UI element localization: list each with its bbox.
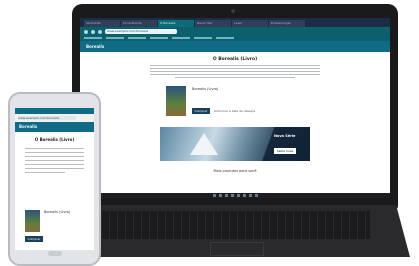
forward-icon[interactable] bbox=[91, 29, 95, 34]
browser-tab[interactable]: Leser bbox=[232, 20, 268, 27]
buy-button[interactable]: Comprar bbox=[192, 108, 210, 114]
banner-title: Nova Série bbox=[274, 134, 296, 138]
browser-tab[interactable]: Neuer Tab bbox=[195, 20, 231, 27]
webcam bbox=[231, 9, 235, 13]
taskbar-app-icon[interactable] bbox=[254, 194, 258, 197]
phone-book-cover[interactable] bbox=[25, 210, 40, 232]
page-content: O Borealis (Livro) Borealis (Livro) Comp… bbox=[80, 52, 390, 183]
text-line bbox=[25, 152, 84, 153]
site-header[interactable]: Borealis bbox=[80, 41, 390, 52]
text-line bbox=[25, 172, 65, 173]
mountain-image bbox=[190, 133, 218, 155]
phone-address-bar: www.example.com/borealis bbox=[15, 114, 94, 122]
smartphone: www.example.com/borealis Borealis O Bore… bbox=[8, 92, 101, 266]
product-title: Borealis (Livro) bbox=[192, 87, 219, 91]
bookmark-item[interactable] bbox=[150, 37, 168, 39]
reload-icon[interactable] bbox=[98, 29, 102, 34]
text-line bbox=[150, 71, 320, 72]
phone-page-title: O Borealis (Livro) bbox=[34, 137, 75, 142]
browser-tab[interactable]: Startseite bbox=[84, 20, 120, 27]
os-taskbar bbox=[80, 193, 390, 198]
text-line bbox=[25, 164, 84, 165]
back-icon[interactable] bbox=[84, 29, 88, 34]
phone-screen: www.example.com/borealis Borealis O Bore… bbox=[15, 108, 94, 250]
text-line bbox=[150, 68, 320, 69]
taskbar-app-icon[interactable] bbox=[218, 194, 222, 197]
keyboard bbox=[102, 211, 370, 239]
taskbar-app-icon[interactable] bbox=[224, 194, 228, 197]
touchpad bbox=[210, 242, 264, 256]
bookmark-item[interactable] bbox=[172, 37, 190, 39]
product-card: Borealis (Livro) Comprar Adicionar à lis… bbox=[166, 86, 306, 120]
text-line bbox=[175, 77, 295, 78]
text-line bbox=[150, 65, 320, 66]
phone-product-title: Borealis (Livro) bbox=[44, 210, 71, 214]
browser-tab-active[interactable]: O Borealis bbox=[158, 20, 194, 27]
taskbar-app-icon[interactable] bbox=[230, 194, 234, 197]
bookmark-item[interactable] bbox=[216, 37, 234, 39]
start-icon[interactable] bbox=[212, 194, 216, 197]
taskbar-app-icon[interactable] bbox=[236, 194, 240, 197]
browser-address-bar: www.example.com/borealis bbox=[80, 27, 390, 36]
phone-url-input[interactable]: www.example.com/borealis bbox=[18, 116, 76, 120]
url-input[interactable]: www.example.com/borealis bbox=[105, 29, 177, 34]
bookmark-item[interactable] bbox=[128, 37, 146, 39]
laptop-keyboard-deck bbox=[62, 205, 410, 257]
text-line bbox=[25, 148, 84, 149]
phone-buy-button[interactable]: Comprar bbox=[25, 236, 43, 242]
laptop: Startseite Produktseite O Borealis Neuer… bbox=[72, 4, 398, 210]
bookmark-item[interactable] bbox=[194, 37, 212, 39]
browser-tab[interactable]: Einstellungen bbox=[269, 20, 305, 27]
phone-site-header[interactable]: Borealis bbox=[15, 122, 94, 132]
page-title: O Borealis (Livro) bbox=[212, 57, 258, 62]
text-line bbox=[150, 74, 320, 75]
book-cover-image[interactable] bbox=[166, 86, 186, 116]
taskbar-app-icon[interactable] bbox=[248, 194, 252, 197]
promo-banner[interactable]: Nova Série Saiba mais bbox=[160, 127, 310, 161]
text-line bbox=[25, 156, 84, 157]
laptop-screen: Startseite Produktseite O Borealis Neuer… bbox=[80, 18, 390, 198]
wishlist-link[interactable]: Adicionar à lista de desejos bbox=[214, 109, 255, 113]
home-button[interactable] bbox=[48, 251, 62, 256]
bookmark-item[interactable] bbox=[106, 37, 124, 39]
bookmark-item[interactable] bbox=[84, 37, 102, 39]
browser-tab[interactable]: Produktseite bbox=[121, 20, 157, 27]
browser-tab-bar: Startseite Produktseite O Borealis Neuer… bbox=[80, 18, 390, 27]
banner-button[interactable]: Saiba mais bbox=[274, 148, 296, 154]
section-heading: Mais produtos para você bbox=[213, 169, 257, 173]
taskbar-app-icon[interactable] bbox=[242, 194, 246, 197]
text-line bbox=[25, 168, 84, 169]
text-line bbox=[25, 160, 84, 161]
